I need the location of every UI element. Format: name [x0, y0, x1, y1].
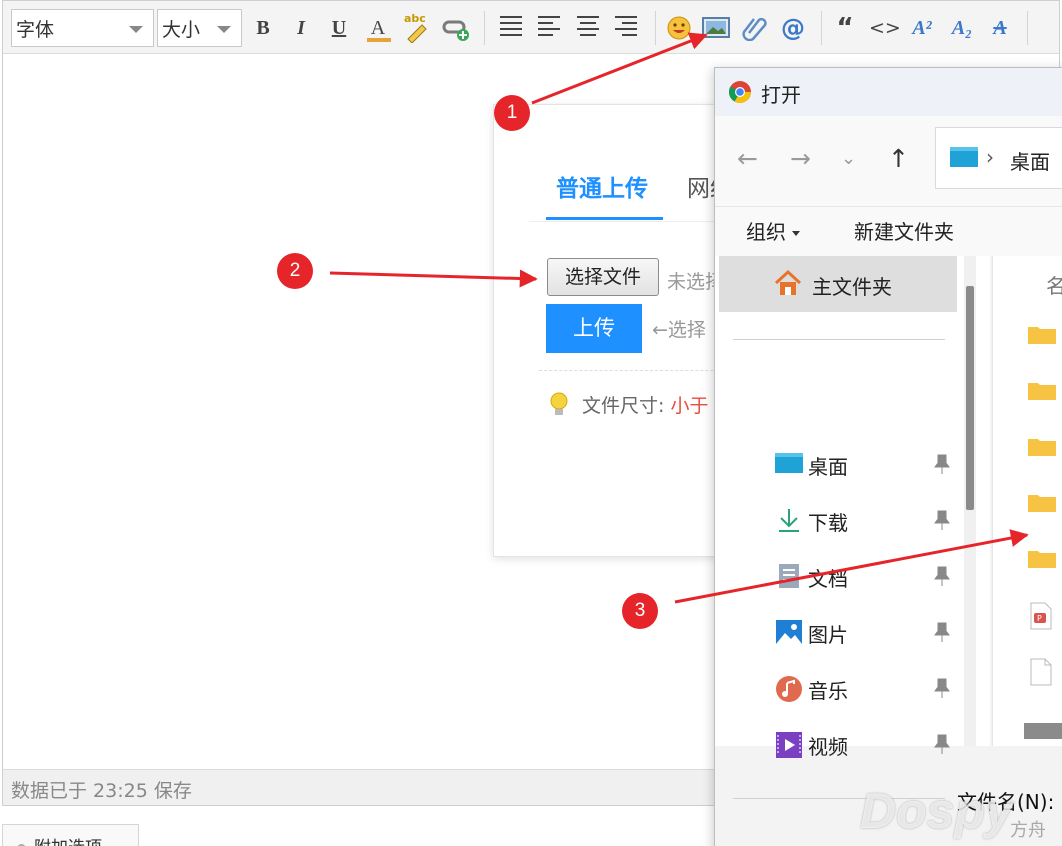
screenshot-root: 字体 大小 B I U A abc @ “ <> A² A₂ A 数据已于 23…	[0, 0, 1062, 846]
annotation-arrows	[329, 32, 1029, 604]
watermark-subtext: 方舟	[1010, 820, 1046, 841]
arrow-to-folder	[674, 529, 1029, 604]
arrow-to-choose-file	[329, 269, 538, 288]
watermark-logo: Dospy	[860, 783, 1013, 839]
step-marker-3: 3	[622, 593, 658, 629]
step-marker-1: 1	[494, 95, 530, 131]
arrow-to-image-button	[531, 32, 708, 105]
step-marker-2: 2	[277, 253, 313, 289]
